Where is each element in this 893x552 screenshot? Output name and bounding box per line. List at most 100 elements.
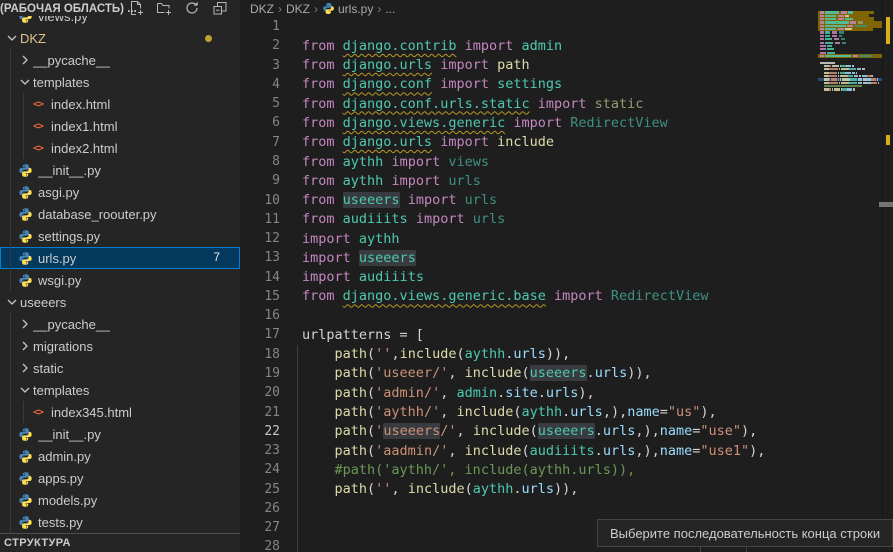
line-number[interactable]: 6 — [240, 115, 280, 130]
line-number[interactable]: 9 — [240, 173, 280, 188]
code-line-3[interactable]: 3from django.urls import path — [240, 56, 893, 75]
line-number[interactable]: 14 — [240, 270, 280, 285]
chevron-down-icon — [4, 294, 20, 310]
tree-item--pycache-[interactable]: __pycache__ — [0, 49, 240, 71]
code-line-12[interactable]: 12import aythh — [240, 229, 893, 248]
code-line-22[interactable]: 22 path('useeers/', include(useeers.urls… — [240, 422, 893, 441]
outline-section-header[interactable]: СТРУКТУРА — [0, 533, 240, 552]
tree-item-dkz[interactable]: DKZ — [0, 27, 240, 49]
tree-item-admin-py[interactable]: admin.py — [0, 445, 240, 467]
code-line-6[interactable]: 6from django.views.generic import Redire… — [240, 113, 893, 132]
tree-item-tests-py[interactable]: tests.py — [0, 511, 240, 533]
overview-ruler[interactable] — [882, 0, 893, 552]
tree-item-label: __pycache__ — [33, 317, 110, 332]
line-number[interactable]: 28 — [240, 539, 280, 552]
code-line-13[interactable]: 13import useeers — [240, 248, 893, 267]
line-number[interactable]: 12 — [240, 231, 280, 246]
line-number[interactable]: 18 — [240, 347, 280, 362]
code-line-20[interactable]: 20 path('admin/', admin.site.urls), — [240, 383, 893, 402]
tree-item--init-py[interactable]: __init__.py — [0, 423, 240, 445]
line-number[interactable]: 17 — [240, 327, 280, 342]
line-number[interactable]: 4 — [240, 77, 280, 92]
line-number[interactable]: 15 — [240, 289, 280, 304]
tree-item-label: asgi.py — [38, 185, 79, 200]
line-number[interactable]: 22 — [240, 424, 280, 439]
tree-indent-guide — [10, 313, 11, 533]
line-number[interactable]: 21 — [240, 405, 280, 420]
python-file-icon — [17, 184, 33, 200]
refresh-icon[interactable] — [184, 0, 200, 16]
code-line-4[interactable]: 4from django.conf import settings — [240, 75, 893, 94]
code-editor[interactable]: DKZ›DKZ›urls.py›... 12from django.contri… — [240, 0, 893, 552]
line-number[interactable]: 23 — [240, 443, 280, 458]
breadcrumb-item[interactable]: ... — [385, 2, 395, 16]
breadcrumb-separator-icon: › — [277, 2, 283, 16]
code-line-7[interactable]: 7from django.urls import include — [240, 133, 893, 152]
breadcrumb-label: ... — [385, 2, 395, 16]
tree-item-urls-py[interactable]: urls.py7 — [0, 247, 240, 269]
line-number[interactable]: 19 — [240, 366, 280, 381]
line-number[interactable]: 10 — [240, 193, 280, 208]
code-line-9[interactable]: 9from aythh import urls — [240, 171, 893, 190]
tree-item-models-py[interactable]: models.py — [0, 489, 240, 511]
python-file-icon — [17, 206, 33, 222]
code-line-16[interactable]: 16 — [240, 306, 893, 325]
code-line-25[interactable]: 25 path('', include(aythh.urls)), — [240, 479, 893, 498]
tree-item-static[interactable]: static — [0, 357, 240, 379]
code-line-17[interactable]: 17urlpatterns = [ — [240, 325, 893, 344]
tree-item-migrations[interactable]: migrations — [0, 335, 240, 357]
line-number[interactable]: 7 — [240, 135, 280, 150]
new-file-icon[interactable] — [128, 0, 144, 16]
code-line-14[interactable]: 14import audiiits — [240, 268, 893, 287]
tree-item-templates[interactable]: templates — [0, 379, 240, 401]
code-line-21[interactable]: 21 path('aythh/', include(aythh.urls,),n… — [240, 402, 893, 421]
line-number[interactable]: 3 — [240, 58, 280, 73]
tree-item-index345-html[interactable]: <>index345.html — [0, 401, 240, 423]
tree-item-templates[interactable]: templates — [0, 71, 240, 93]
code-line-1[interactable]: 1 — [240, 17, 893, 36]
code-line-2[interactable]: 2 from django.contrib import admin — [240, 36, 893, 55]
code-line-24[interactable]: 24 #path('aythh/', include(aythh.urls)), — [240, 460, 893, 479]
breadcrumb-item[interactable]: DKZ — [250, 2, 274, 16]
code-text: from aythh import views — [302, 154, 489, 170]
tree-item--init-py[interactable]: __init__.py — [0, 159, 240, 181]
code-line-10[interactable]: 10from useeers import urls — [240, 190, 893, 209]
code-line-11[interactable]: 11from audiiits import urls — [240, 210, 893, 229]
collapse-all-icon[interactable] — [212, 0, 228, 16]
breadcrumb-item[interactable]: DKZ — [286, 2, 310, 16]
tree-item-index-html[interactable]: <>index.html — [0, 93, 240, 115]
code-line-8[interactable]: 8 from aythh import views — [240, 152, 893, 171]
tree-item-useeers[interactable]: useeers — [0, 291, 240, 313]
line-number[interactable]: 5 — [240, 96, 280, 111]
new-folder-icon[interactable] — [156, 0, 172, 16]
line-number[interactable]: 1 — [240, 19, 280, 34]
line-number[interactable]: 13 — [240, 250, 280, 265]
tree-item-database-roouter-py[interactable]: database_roouter.py — [0, 203, 240, 225]
tree-item-asgi-py[interactable]: asgi.py — [0, 181, 240, 203]
line-number[interactable]: 26 — [240, 501, 280, 516]
line-number[interactable]: 2 — [240, 38, 280, 53]
tree-item--pycache-[interactable]: __pycache__ — [0, 313, 240, 335]
tree-item-index2-html[interactable]: <>index2.html — [0, 137, 240, 159]
tree-item-settings-py[interactable]: settings.py — [0, 225, 240, 247]
line-number[interactable]: 16 — [240, 308, 280, 323]
minimap[interactable] — [818, 0, 882, 552]
tree-item-wsgi-py[interactable]: wsgi.py — [0, 269, 240, 291]
code-line-19[interactable]: 19 path('useeer/', include(useeers.urls)… — [240, 364, 893, 383]
tree-item-index1-html[interactable]: <>index1.html — [0, 115, 240, 137]
tree-item-apps-py[interactable]: apps.py — [0, 467, 240, 489]
code-line-26[interactable]: 26 — [240, 499, 893, 518]
code-line-5[interactable]: 5from django.conf.urls.static import sta… — [240, 94, 893, 113]
python-file-icon — [17, 448, 33, 464]
code-line-23[interactable]: 23 path('aadmin/', include(audiiits.urls… — [240, 441, 893, 460]
line-number[interactable]: 11 — [240, 212, 280, 227]
code-line-18[interactable]: 18 path('',include(aythh.urls)), — [240, 345, 893, 364]
line-number[interactable]: 24 — [240, 462, 280, 477]
breadcrumb-item[interactable]: urls.py — [322, 2, 373, 16]
line-number[interactable]: 25 — [240, 482, 280, 497]
line-number[interactable]: 27 — [240, 520, 280, 535]
code-line-15[interactable]: 15from django.views.generic.base import … — [240, 287, 893, 306]
code-text: from django.contrib import admin — [302, 38, 562, 54]
line-number[interactable]: 20 — [240, 385, 280, 400]
line-number[interactable]: 8 — [240, 154, 280, 169]
